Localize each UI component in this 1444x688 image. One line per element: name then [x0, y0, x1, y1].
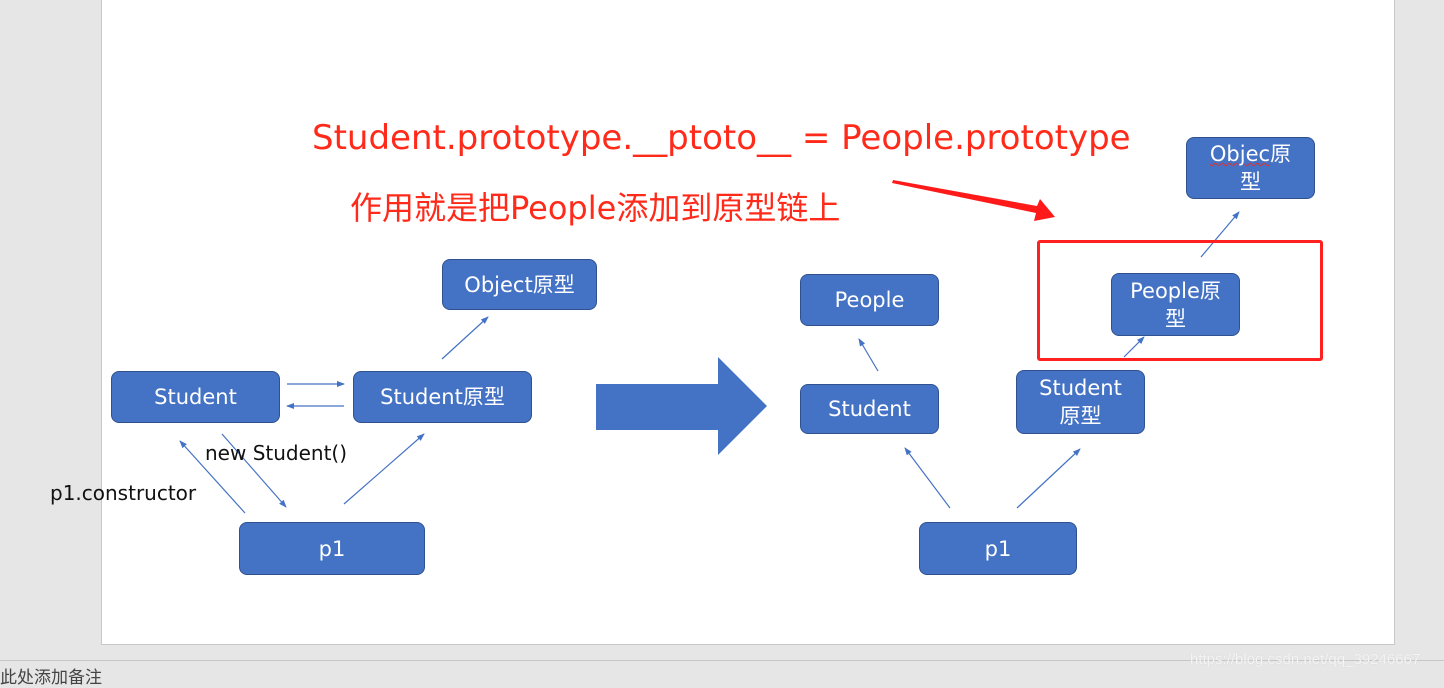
node-label-line2: 型 [1240, 170, 1261, 194]
node-p1-left[interactable]: p1 [239, 522, 425, 575]
spellcheck-word: Objec [1209, 142, 1271, 166]
node-student[interactable]: Student [111, 371, 280, 423]
node-label-rest: 原 [1270, 142, 1292, 166]
node-student-prototype[interactable]: Student原型 [353, 371, 532, 423]
node-object-prototype[interactable]: Object原型 [442, 259, 597, 310]
arrow-proto-to-object [441, 316, 489, 360]
node-label-line1: People原 [1130, 278, 1221, 303]
formula-heading: Student.prototype.__ptoto__ = People.pro… [312, 118, 1131, 158]
label-p1-constructor: p1.constructor [50, 481, 197, 505]
node-label: People [834, 288, 905, 312]
arrow-student-to-people [858, 338, 879, 372]
subtitle-heading: 作用就是把People添加到原型链上 [350, 189, 841, 227]
watermark: https://blog.csdn.net/qq_39246667 [1190, 651, 1421, 668]
arrow-p1-to-student-proto-right [1016, 448, 1081, 509]
big-right-arrow [596, 357, 767, 455]
node-label: Student [828, 397, 911, 421]
arrow-p1-to-student-right [904, 447, 951, 509]
node-label-line2: 型 [1165, 306, 1186, 331]
node-label: p1 [984, 536, 1012, 561]
node-student-prototype-right[interactable]: Student 原型 [1016, 370, 1145, 434]
node-object-prototype-right[interactable]: Objec原 型 [1186, 137, 1315, 199]
node-label-line2: 原型 [1059, 404, 1102, 428]
red-pointer-arrow [892, 180, 1055, 221]
node-label-line1: Student [1039, 376, 1122, 400]
notes-placeholder[interactable]: 此处添加备注 [0, 668, 102, 688]
node-student-right[interactable]: Student [800, 384, 939, 434]
label-new-student: new Student() [205, 441, 348, 465]
node-label: Object原型 [464, 272, 575, 297]
node-label: Student原型 [380, 385, 505, 409]
node-label-line1: Objec原 [1210, 140, 1291, 168]
node-label: p1 [318, 536, 346, 561]
node-label: Student [154, 385, 237, 409]
node-p1-right[interactable]: p1 [919, 522, 1077, 575]
node-people-prototype[interactable]: People原 型 [1111, 273, 1240, 336]
node-people[interactable]: People [800, 274, 939, 326]
arrow-p1-to-proto [343, 433, 425, 505]
